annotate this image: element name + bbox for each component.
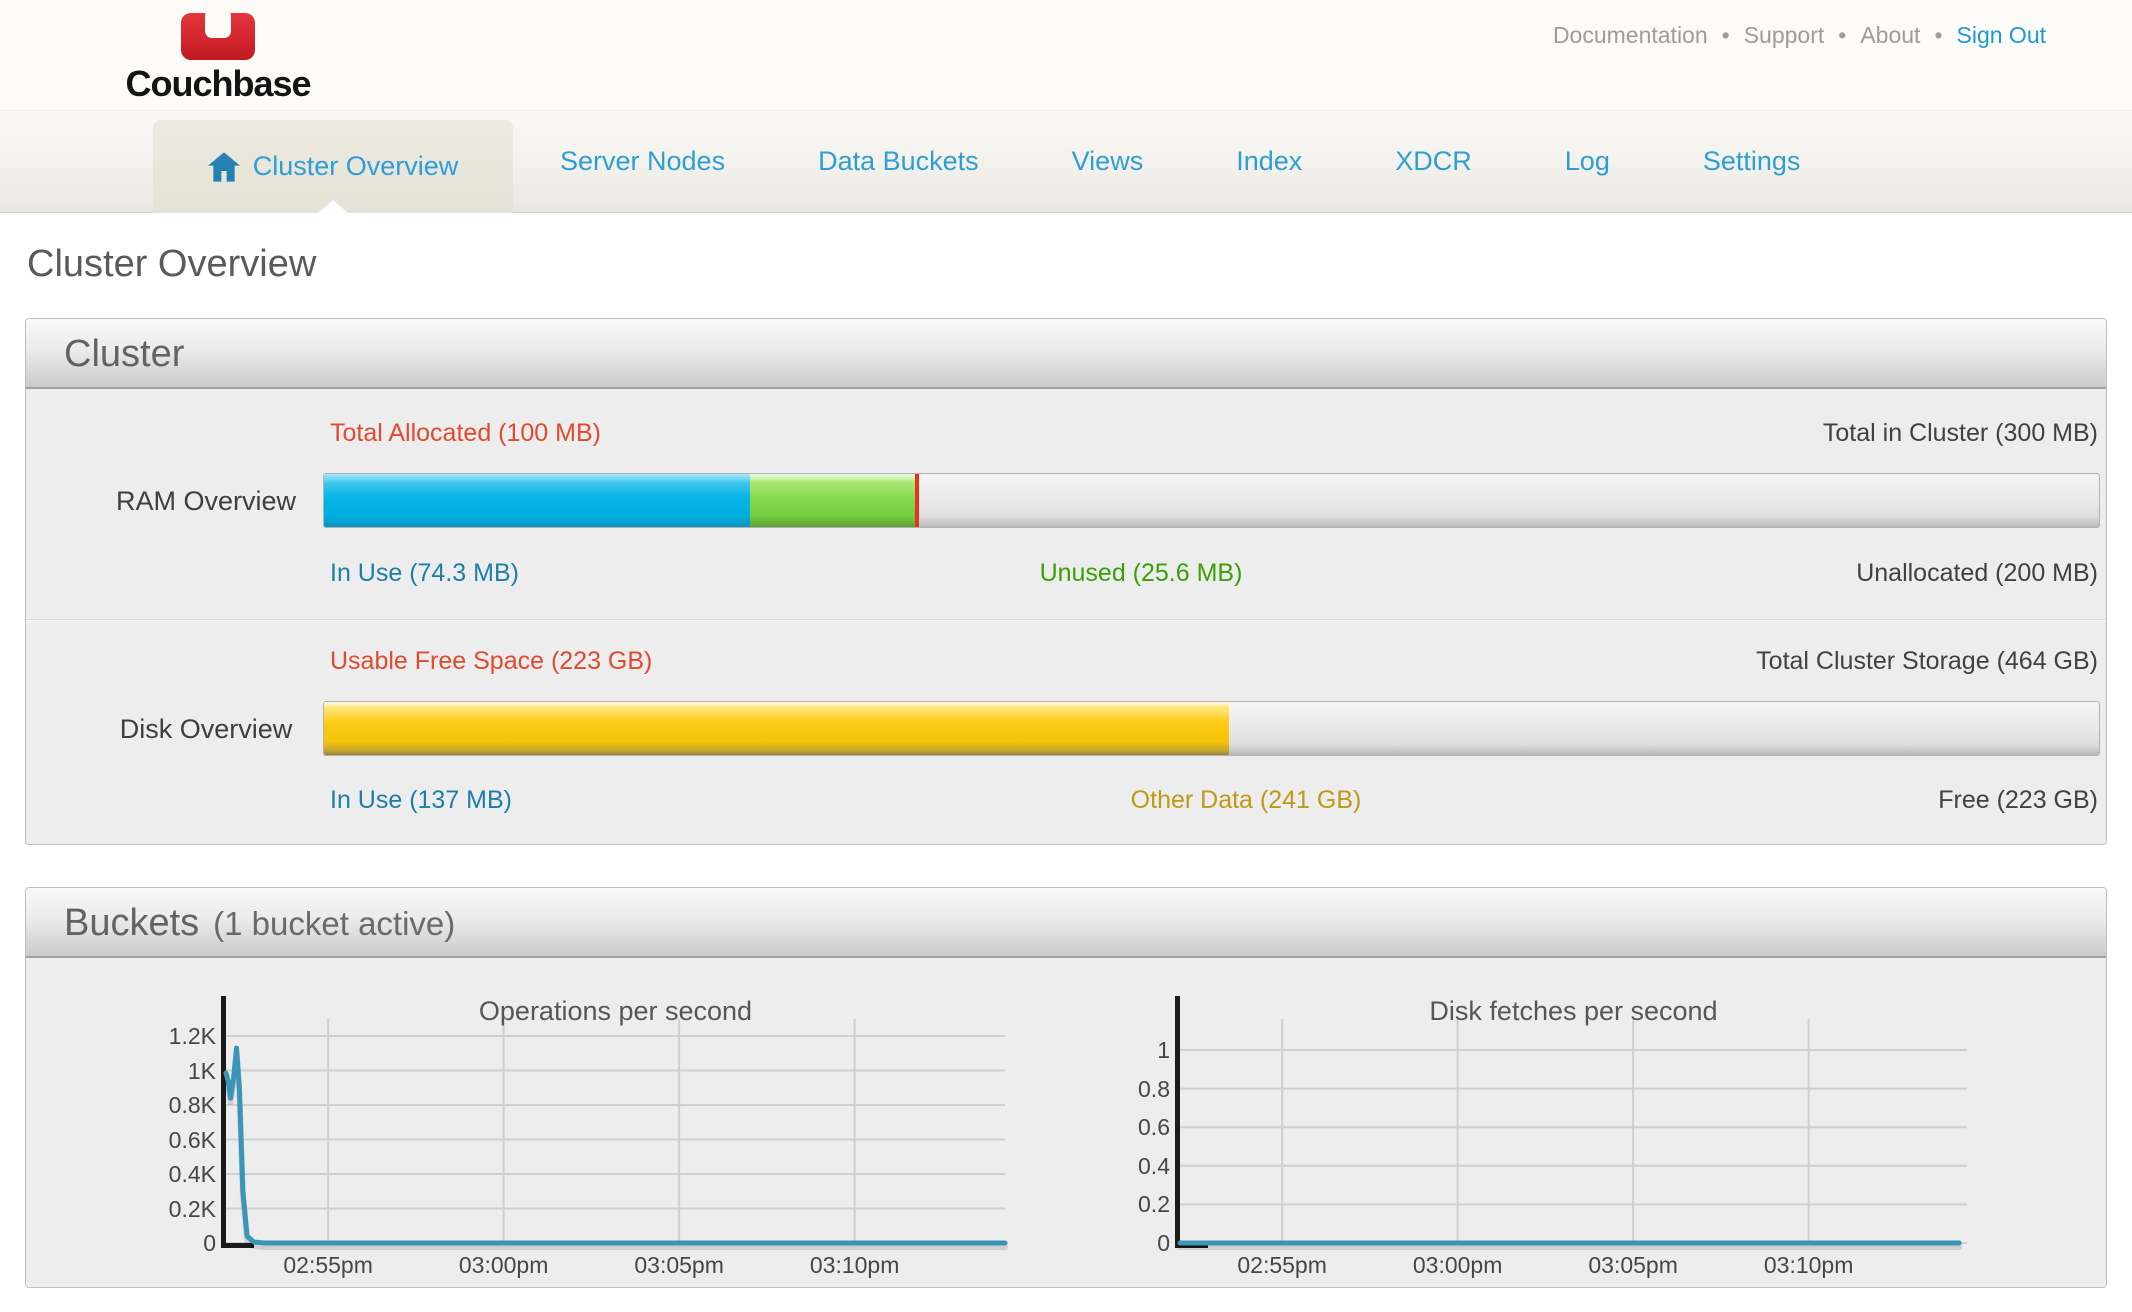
buckets-panel: Buckets (1 bucket active) Operations per … xyxy=(25,887,2107,1288)
top-header: Couchbase Documentation • Support • Abou… xyxy=(0,0,2132,110)
ram-unused-label: Unused (25.6 MB) xyxy=(1040,559,1243,588)
ram-overview-label: RAM Overview xyxy=(81,486,331,517)
y-axis-tick-label: 0.6K xyxy=(121,1127,216,1154)
tab-settings[interactable]: Settings xyxy=(1703,146,1801,177)
documentation-link[interactable]: Documentation xyxy=(1553,22,1708,49)
x-axis-tick-label: 03:05pm xyxy=(1548,1252,1718,1279)
y-axis-tick-label: 0.4K xyxy=(121,1161,216,1188)
ram-usage-bar xyxy=(323,473,2100,528)
tab-index[interactable]: Index xyxy=(1236,146,1302,177)
y-axis-tick-label: 0 xyxy=(121,1230,216,1257)
home-icon xyxy=(208,152,240,182)
y-axis-tick-label: 0.8 xyxy=(1075,1076,1170,1103)
sign-out-link[interactable]: Sign Out xyxy=(1957,22,2047,49)
y-axis-tick-label: 0.2 xyxy=(1075,1191,1170,1218)
disk-free-label: Free (223 GB) xyxy=(1938,786,2098,815)
disk-other-data-segment xyxy=(324,702,1229,755)
ram-overview-row: Total Allocated (100 MB) Total in Cluste… xyxy=(26,389,2106,619)
y-axis-tick-label: 0.6 xyxy=(1075,1114,1170,1141)
x-axis-tick-label: 03:10pm xyxy=(770,1252,940,1279)
disk-usage-bar xyxy=(323,701,2100,756)
x-axis-tick-label: 02:55pm xyxy=(243,1252,413,1279)
x-axis-tick-label: 03:05pm xyxy=(594,1252,764,1279)
buckets-panel-header: Buckets (1 bucket active) xyxy=(26,888,2106,958)
tab-xdcr[interactable]: XDCR xyxy=(1395,146,1472,177)
ram-total-in-cluster-label: Total in Cluster (300 MB) xyxy=(1823,419,2098,448)
y-axis-tick-label: 1 xyxy=(1075,1037,1170,1064)
y-axis-tick-label: 0.8K xyxy=(121,1092,216,1119)
ram-total-allocated-label: Total Allocated (100 MB) xyxy=(330,419,601,448)
couchbase-logo-icon xyxy=(180,12,256,62)
ops-per-second-chart: Operations per second 1.2K 1K 0.8K 0.6K 0.4K 0… xyxy=(121,996,1011,1286)
ram-in-use-label: In Use (74.3 MB) xyxy=(330,559,519,588)
cluster-panel-title: Cluster xyxy=(64,333,184,375)
y-axis-tick-label: 1.2K xyxy=(121,1023,216,1050)
support-link[interactable]: Support xyxy=(1744,22,1825,49)
active-tab-notch xyxy=(318,200,348,213)
couchbase-logo: Couchbase xyxy=(118,12,318,105)
logo-text: Couchbase xyxy=(125,63,310,105)
header-links: Documentation • Support • About • Sign O… xyxy=(1553,22,2046,49)
main-navbar: Cluster Overview Server Nodes Data Bucke… xyxy=(0,110,2132,213)
y-axis-tick-label: 0.4 xyxy=(1075,1153,1170,1180)
tab-cluster-overview[interactable]: Cluster Overview xyxy=(153,120,513,213)
buckets-panel-body: Operations per second 1.2K 1K 0.8K 0.6K 0.4K 0… xyxy=(26,958,2106,1287)
disk-in-use-label: In Use (137 MB) xyxy=(330,786,512,815)
cluster-panel: Cluster Total Allocated (100 MB) Total i… xyxy=(25,318,2107,845)
tab-cluster-overview-label: Cluster Overview xyxy=(253,151,459,182)
link-separator: • xyxy=(1722,22,1730,49)
y-axis-tick-label: 1K xyxy=(121,1058,216,1085)
ram-unallocated-label: Unallocated (200 MB) xyxy=(1856,559,2098,588)
tab-server-nodes[interactable]: Server Nodes xyxy=(560,146,725,177)
disk-overview-row: Usable Free Space (223 GB) Total Cluster… xyxy=(26,619,2106,844)
link-separator: • xyxy=(1838,22,1846,49)
about-link[interactable]: About xyxy=(1860,22,1920,49)
cluster-panel-body: Total Allocated (100 MB) Total in Cluste… xyxy=(26,389,2106,844)
x-axis-tick-label: 03:10pm xyxy=(1724,1252,1894,1279)
tab-log[interactable]: Log xyxy=(1565,146,1610,177)
x-axis-tick-label: 03:00pm xyxy=(1373,1252,1543,1279)
x-axis-tick-label: 02:55pm xyxy=(1197,1252,1367,1279)
nav-links: Server Nodes Data Buckets Views Index XD… xyxy=(560,111,1800,212)
buckets-panel-title: Buckets xyxy=(64,902,199,944)
ram-in-use-segment xyxy=(324,474,750,527)
ram-quota-marker xyxy=(915,474,919,527)
ram-unused-segment xyxy=(750,474,915,527)
cluster-panel-header: Cluster xyxy=(26,319,2106,389)
link-separator: • xyxy=(1934,22,1942,49)
disk-other-data-label: Other Data (241 GB) xyxy=(1131,786,1362,815)
disk-usable-free-label: Usable Free Space (223 GB) xyxy=(330,647,652,676)
y-axis-tick-label: 0 xyxy=(1075,1230,1170,1257)
chart-title: Operations per second xyxy=(316,996,916,1027)
disk-total-storage-label: Total Cluster Storage (464 GB) xyxy=(1756,647,2098,676)
disk-overview-label: Disk Overview xyxy=(81,714,331,745)
buckets-panel-subtitle: (1 bucket active) xyxy=(213,905,455,942)
y-axis-tick-label: 0.2K xyxy=(121,1196,216,1223)
x-axis-tick-label: 03:00pm xyxy=(419,1252,589,1279)
page-title: Cluster Overview xyxy=(27,243,2132,286)
tab-data-buckets[interactable]: Data Buckets xyxy=(818,146,979,177)
tab-views[interactable]: Views xyxy=(1072,146,1144,177)
disk-fetches-chart: Disk fetches per second 1 0.8 0.6 0.4 0.2 0 02:… xyxy=(1075,996,1975,1286)
chart-title: Disk fetches per second xyxy=(1274,996,1874,1027)
